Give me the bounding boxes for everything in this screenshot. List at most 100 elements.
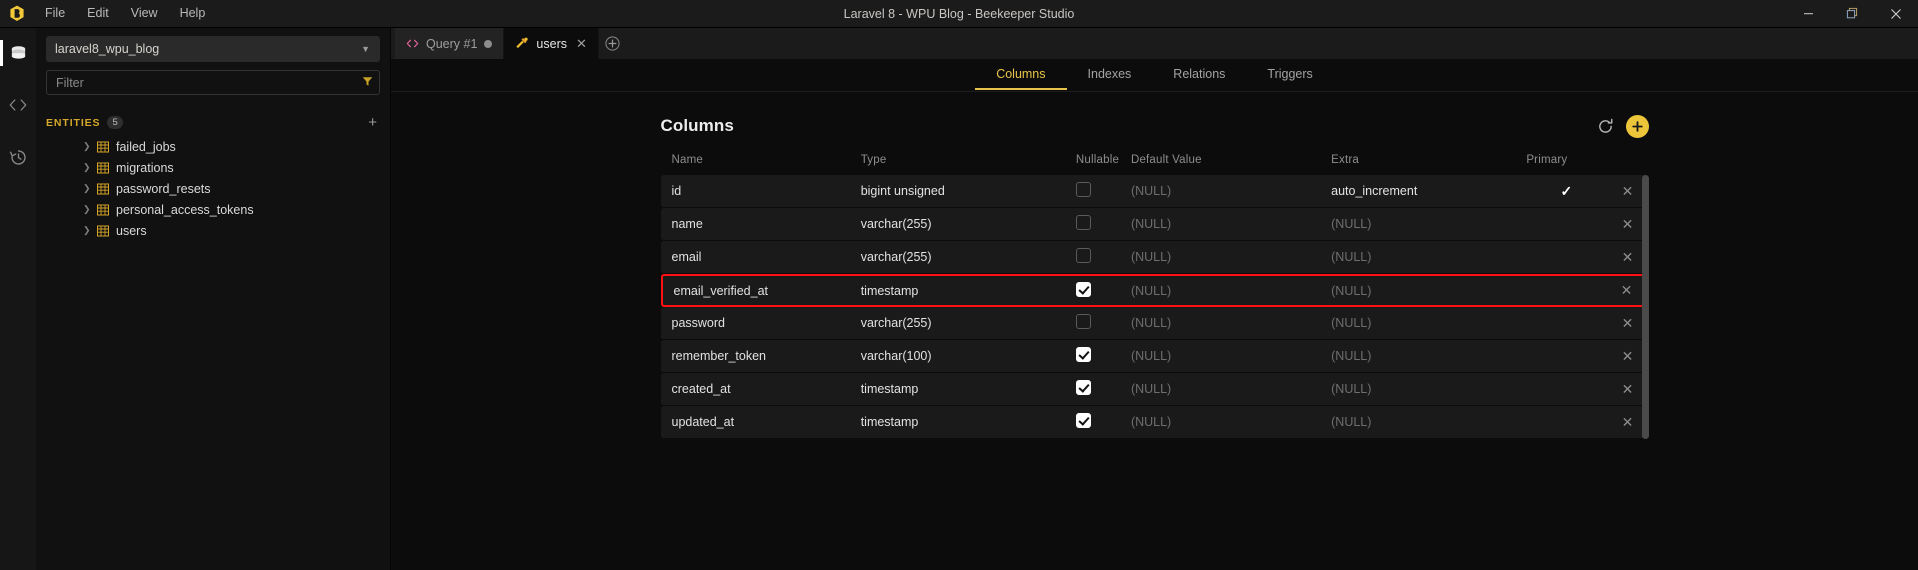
delete-column-icon[interactable]: ✕ — [1622, 249, 1634, 265]
chevron-right-icon[interactable]: ❯ — [83, 225, 97, 236]
cell-column-name[interactable]: id — [661, 175, 861, 208]
cell-column-name[interactable]: email — [661, 241, 861, 274]
panel-header: Columns — [661, 110, 1649, 142]
delete-column-icon[interactable]: ✕ — [1622, 381, 1634, 397]
chevron-right-icon[interactable]: ❯ — [83, 141, 97, 152]
tree-item-failed_jobs[interactable]: ❯ failed_jobs — [36, 136, 390, 157]
tree-item-migrations[interactable]: ❯ migrations — [36, 157, 390, 178]
table-row[interactable]: email_verified_attimestamp (NULL)(NULL) ✕ — [661, 274, 1649, 307]
minimize-icon[interactable] — [1786, 0, 1830, 28]
cell-extra[interactable]: (NULL) — [1331, 241, 1526, 274]
nullable-checkbox[interactable] — [1076, 314, 1091, 329]
tab-triggers[interactable]: Triggers — [1246, 60, 1333, 91]
cell-extra[interactable]: auto_increment — [1331, 175, 1526, 208]
header-name: Name — [661, 142, 861, 175]
cell-default-value[interactable]: (NULL) — [1131, 175, 1331, 208]
filter-icon[interactable] — [362, 76, 373, 90]
column-type-text: bigint unsigned — [861, 184, 945, 198]
chevron-down-icon[interactable]: ▼ — [355, 44, 376, 54]
table-row[interactable]: remember_tokenvarchar(100) (NULL)(NULL) ✕ — [661, 340, 1649, 373]
nullable-checkbox[interactable] — [1076, 380, 1091, 395]
cell-column-type[interactable]: timestamp — [861, 373, 1076, 406]
unsaved-indicator-icon[interactable] — [484, 40, 492, 48]
cell-default-value[interactable]: (NULL) — [1131, 307, 1331, 340]
cell-column-type[interactable]: varchar(255) — [861, 307, 1076, 340]
database-icon[interactable] — [0, 36, 36, 70]
cell-extra[interactable]: (NULL) — [1331, 307, 1526, 340]
cell-column-type[interactable]: bigint unsigned — [861, 175, 1076, 208]
cell-column-name[interactable]: name — [661, 208, 861, 241]
tab-label: Query #1 — [426, 37, 477, 51]
cell-default-value[interactable]: (NULL) — [1131, 208, 1331, 241]
nullable-checkbox[interactable] — [1076, 282, 1091, 297]
cell-default-value[interactable]: (NULL) — [1131, 373, 1331, 406]
chevron-right-icon[interactable]: ❯ — [83, 183, 97, 194]
cell-column-type[interactable]: varchar(255) — [861, 241, 1076, 274]
table-row[interactable]: passwordvarchar(255) (NULL)(NULL) ✕ — [661, 307, 1649, 340]
cell-extra[interactable]: (NULL) — [1331, 373, 1526, 406]
cell-column-name[interactable]: created_at — [661, 373, 861, 406]
header-extra: Extra — [1331, 142, 1526, 175]
new-tab-button[interactable] — [599, 28, 627, 59]
table-row[interactable]: namevarchar(255) (NULL)(NULL) ✕ — [661, 208, 1649, 241]
menu-help[interactable]: Help — [169, 3, 217, 24]
delete-column-icon[interactable]: ✕ — [1622, 414, 1634, 430]
chevron-right-icon[interactable]: ❯ — [83, 204, 97, 215]
delete-column-icon[interactable]: ✕ — [1621, 282, 1633, 298]
nullable-checkbox[interactable] — [1076, 248, 1091, 263]
cell-nullable — [1076, 241, 1131, 274]
nullable-checkbox[interactable] — [1076, 347, 1091, 362]
chevron-right-icon[interactable]: ❯ — [83, 162, 97, 173]
close-icon[interactable]: ✕ — [576, 37, 587, 50]
refresh-icon[interactable] — [1597, 118, 1614, 135]
table-row[interactable]: emailvarchar(255) (NULL)(NULL) ✕ — [661, 241, 1649, 274]
cell-default-value[interactable]: (NULL) — [1131, 241, 1331, 274]
cell-column-name[interactable]: email_verified_at — [661, 274, 861, 307]
cell-extra[interactable]: (NULL) — [1331, 340, 1526, 373]
tree-item-personal_access_tokens[interactable]: ❯ personal_access_tokens — [36, 199, 390, 220]
menu-edit[interactable]: Edit — [76, 3, 120, 24]
menu-file[interactable]: File — [34, 3, 76, 24]
cell-column-type[interactable]: varchar(100) — [861, 340, 1076, 373]
nullable-checkbox[interactable] — [1076, 413, 1091, 428]
menu-view[interactable]: View — [120, 3, 169, 24]
delete-column-icon[interactable]: ✕ — [1622, 183, 1634, 199]
cell-column-name[interactable]: password — [661, 307, 861, 340]
close-icon[interactable] — [1874, 0, 1918, 28]
extra-text: (NULL) — [1331, 415, 1371, 429]
cell-column-type[interactable]: timestamp — [861, 406, 1076, 439]
tree-item-users[interactable]: ❯ users — [36, 220, 390, 241]
cell-column-type[interactable]: varchar(255) — [861, 208, 1076, 241]
add-entity-button[interactable]: + — [368, 115, 380, 130]
cell-extra[interactable]: (NULL) — [1331, 208, 1526, 241]
table-row[interactable]: updated_attimestamp (NULL)(NULL) ✕ — [661, 406, 1649, 439]
database-selector[interactable]: laravel8_wpu_blog ▼ — [46, 36, 380, 62]
cell-default-value[interactable]: (NULL) — [1131, 274, 1331, 307]
code-icon[interactable] — [0, 88, 36, 122]
add-column-button[interactable] — [1626, 115, 1649, 138]
cell-extra[interactable]: (NULL) — [1331, 274, 1526, 307]
table-row[interactable]: created_attimestamp (NULL)(NULL) ✕ — [661, 373, 1649, 406]
tree-item-password_resets[interactable]: ❯ password_resets — [36, 178, 390, 199]
delete-column-icon[interactable]: ✕ — [1622, 348, 1634, 364]
table-row[interactable]: idbigint unsigned(NULL)auto_increment✓✕ — [661, 175, 1649, 208]
nullable-checkbox[interactable] — [1076, 215, 1091, 230]
cell-default-value[interactable]: (NULL) — [1131, 406, 1331, 439]
vertical-scrollbar[interactable] — [1642, 175, 1649, 439]
cell-column-type[interactable]: timestamp — [861, 274, 1076, 307]
history-icon[interactable] — [0, 140, 36, 174]
cell-column-name[interactable]: updated_at — [661, 406, 861, 439]
cell-column-name[interactable]: remember_token — [661, 340, 861, 373]
tab-indexes[interactable]: Indexes — [1067, 60, 1153, 91]
tab-columns[interactable]: Columns — [975, 60, 1066, 91]
tab-users[interactable]: users ✕ — [504, 28, 598, 59]
cell-default-value[interactable]: (NULL) — [1131, 340, 1331, 373]
delete-column-icon[interactable]: ✕ — [1622, 315, 1634, 331]
nullable-checkbox[interactable] — [1076, 182, 1091, 197]
filter-input[interactable] — [46, 70, 380, 95]
delete-column-icon[interactable]: ✕ — [1622, 216, 1634, 232]
tab-relations[interactable]: Relations — [1152, 60, 1246, 91]
cell-extra[interactable]: (NULL) — [1331, 406, 1526, 439]
restore-icon[interactable] — [1830, 0, 1874, 28]
tab-query-1[interactable]: Query #1 — [395, 28, 504, 59]
